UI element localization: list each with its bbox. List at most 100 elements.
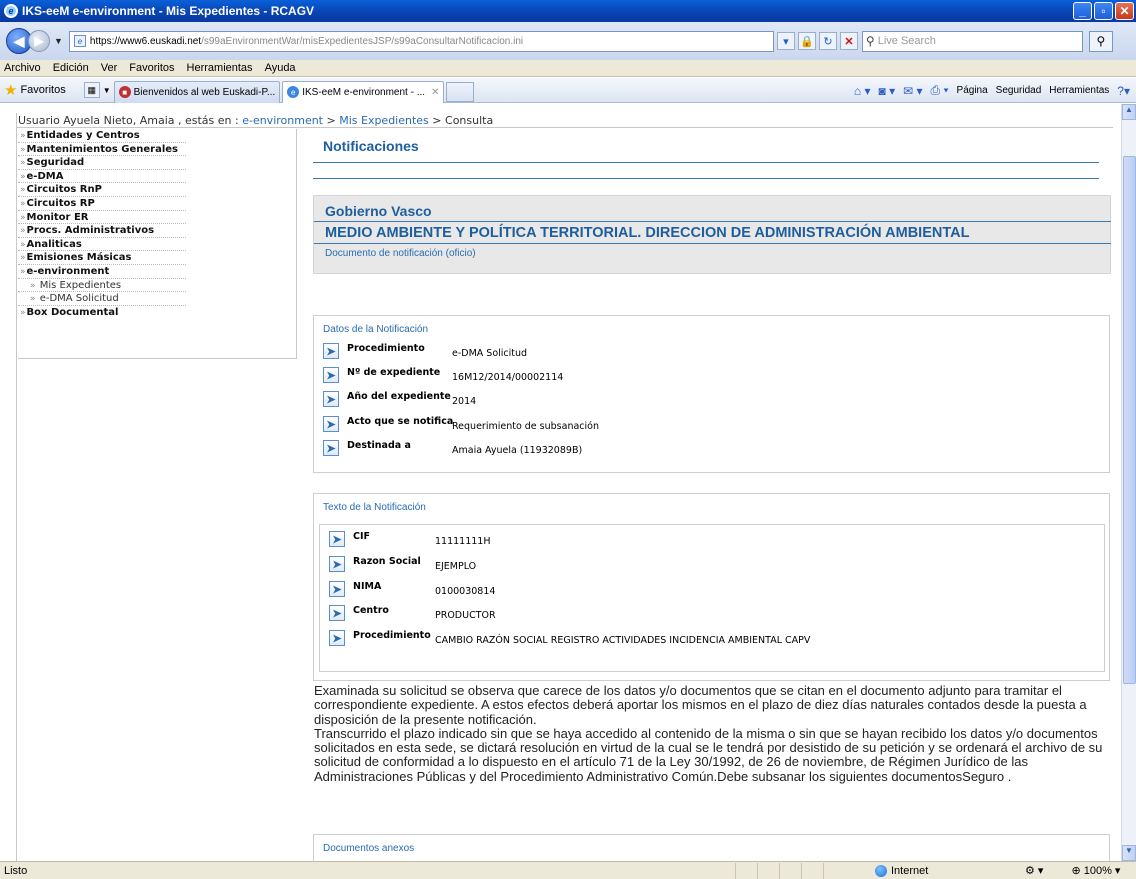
nav-procs-administrativos[interactable]: »Procs. Administrativos: [18, 224, 186, 238]
refresh-icon[interactable]: ↻: [818, 32, 837, 50]
feeds-icon[interactable]: ◙ ▾: [879, 84, 896, 98]
stop-icon[interactable]: ✕: [839, 32, 858, 50]
nav-monitor-er[interactable]: »Monitor ER: [18, 211, 186, 225]
main-content: Notificaciones Gobierno Vasco MEDIO AMBI…: [313, 129, 1111, 681]
close-tab-icon[interactable]: ✕: [431, 87, 439, 98]
arrow-icon: ➤: [329, 556, 345, 572]
mail-icon[interactable]: ✉ ▾: [903, 84, 922, 98]
nav-emisiones-masicas[interactable]: »Emisiones Másicas: [18, 251, 186, 265]
security-zone[interactable]: Internet: [875, 864, 995, 877]
scroll-down-button[interactable]: ▼: [1122, 845, 1136, 861]
status-bar: Listo Internet ⚙ ▾ ⊕ 100% ▾: [0, 861, 1136, 879]
menu-bar: Archivo Edición Ver Favoritos Herramient…: [0, 60, 1136, 77]
search-icon: ⚲: [865, 34, 875, 48]
tab-list-dropdown[interactable]: ▼: [103, 86, 111, 95]
page-title: Notificaciones: [313, 129, 1099, 163]
minimize-button[interactable]: _: [1073, 2, 1092, 20]
field-row: ➤ CIF 11111111H: [329, 531, 491, 549]
section-title: Datos de la Notificación: [323, 324, 429, 335]
scroll-thumb[interactable]: [1123, 156, 1136, 684]
forward-button[interactable]: ▶: [28, 30, 50, 52]
menu-herramientas[interactable]: Herramientas: [187, 62, 253, 74]
breadcrumb-link-mis-expedientes[interactable]: Mis Expedientes: [339, 114, 429, 127]
lock-icon[interactable]: 🔒: [797, 32, 816, 50]
arrow-icon: ➤: [323, 440, 339, 456]
new-tab-button[interactable]: [446, 81, 475, 102]
favorites-star-icon[interactable]: ★: [4, 81, 17, 99]
nav-circuitos-rnp[interactable]: »Circuitos RnP: [18, 183, 186, 197]
section-title: Texto de la Notificación: [323, 502, 426, 513]
nav-mantenimientos-generales[interactable]: »Mantenimientos Generales: [18, 143, 186, 157]
recent-pages-dropdown[interactable]: ▼: [54, 36, 63, 46]
nav-analiticas[interactable]: »Analiticas: [18, 238, 186, 252]
print-icon[interactable]: ⎙ ▾: [931, 83, 949, 98]
menu-ver[interactable]: Ver: [101, 62, 118, 74]
quick-tabs-icon[interactable]: ▦: [83, 82, 100, 98]
scroll-up-button[interactable]: ▲: [1122, 104, 1136, 120]
arrow-icon: ➤: [323, 416, 339, 432]
tools-menu[interactable]: Herramientas: [1049, 85, 1109, 96]
nav-e-dma-solicitud[interactable]: » e-DMA Solicitud: [18, 292, 186, 306]
arrow-icon: ➤: [323, 343, 339, 359]
menu-favoritos[interactable]: Favoritos: [129, 62, 174, 74]
window-title-bar: e IKS-eeM e-environment - Mis Expediente…: [0, 0, 1136, 22]
field-row: ➤ NIMA 0100030814: [329, 581, 495, 599]
search-input[interactable]: ⚲ Live Search: [861, 30, 1083, 52]
notification-body-text: Examinada su solicitud se observa que ca…: [314, 683, 1110, 784]
document-type: Documento de notificación (oficio): [325, 248, 476, 259]
tab-iks-eem[interactable]: e IKS-eeM e-environment - ... ✕: [282, 80, 445, 103]
arrow-icon: ➤: [323, 367, 339, 383]
home-icon[interactable]: ⌂ ▾: [854, 84, 871, 98]
nav-seguridad[interactable]: »Seguridad: [18, 156, 186, 170]
euskadi-favicon-icon: ■: [118, 86, 131, 98]
nav-mis-expedientes[interactable]: » Mis Expedientes: [18, 279, 186, 293]
arrow-icon: ➤: [329, 531, 345, 547]
close-window-button[interactable]: ✕: [1115, 2, 1134, 20]
zoom-level[interactable]: ⊕ 100% ▾: [1071, 864, 1120, 877]
arrow-icon: ➤: [329, 581, 345, 597]
protected-mode-icon[interactable]: ⚙ ▾: [1025, 864, 1043, 877]
field-row: ➤ Nº de expediente 16M12/2014/00002114: [323, 367, 563, 385]
arrow-icon: ➤: [329, 605, 345, 621]
org-name: Gobierno Vasco: [325, 203, 432, 219]
section-title: Documentos anexos: [323, 843, 415, 854]
maximize-button[interactable]: ▫: [1094, 2, 1113, 20]
ie-logo-icon: e: [4, 4, 18, 18]
window-title: IKS-eeM e-environment - Mis Expedientes …: [22, 4, 315, 18]
page-menu[interactable]: Página: [957, 85, 988, 96]
field-row: ➤ Razon Social EJEMPLO: [329, 556, 476, 574]
nav-e-dma[interactable]: »e-DMA: [18, 170, 186, 184]
department-name: MEDIO AMBIENTE Y POLÍTICA TERRITORIAL. D…: [325, 225, 970, 241]
breadcrumb-link-e-environment[interactable]: e-environment: [242, 114, 323, 127]
ie-favicon-icon: e: [287, 86, 300, 98]
menu-archivo[interactable]: Archivo: [4, 62, 41, 74]
favorites-button[interactable]: Favoritos: [20, 84, 65, 96]
nav-box-documental[interactable]: »Box Documental: [18, 306, 186, 320]
search-button[interactable]: ⚲: [1088, 30, 1113, 52]
address-field[interactable]: e https://www6.euskadi.net/s99aEnvironme…: [68, 30, 774, 52]
favorites-bar: ★ Favoritos ▦ ▼ ■ Bienvenidos al web Eus…: [0, 78, 1136, 103]
page-icon: e: [73, 35, 86, 47]
body-paragraph-1: Examinada su solicitud se observa que ca…: [314, 683, 1087, 727]
vertical-scrollbar[interactable]: ▲ ▼: [1121, 104, 1136, 861]
nav-e-environment[interactable]: »e-environment: [18, 265, 186, 279]
tab-euskadi[interactable]: ■ Bienvenidos al web Euskadi-P...: [113, 80, 281, 103]
address-dropdown-icon[interactable]: ▾: [776, 32, 795, 50]
annexed-documents-section: Documentos anexos: [313, 834, 1110, 861]
field-row: ➤ Año del expediente 2014: [323, 391, 476, 409]
menu-edicion[interactable]: Edición: [53, 62, 89, 74]
field-row: ➤ Centro PRODUCTOR: [329, 605, 496, 623]
header-box: Gobierno Vasco MEDIO AMBIENTE Y POLÍTICA…: [313, 195, 1111, 274]
status-text: Listo: [4, 864, 28, 877]
field-row: ➤ Procedimiento CAMBIO RAZÓN SOCIAL REGI…: [329, 630, 810, 648]
menu-ayuda[interactable]: Ayuda: [265, 62, 296, 74]
nav-entidades-centros[interactable]: »Entidades y Centros: [18, 129, 186, 143]
page-viewport: Usuario Ayuela Nieto, Amaia , estás en :…: [0, 104, 1121, 861]
field-row: ➤ Acto que se notifica Requerimiento de …: [323, 416, 599, 434]
nav-circuitos-rp[interactable]: »Circuitos RP: [18, 197, 186, 211]
breadcrumb: Usuario Ayuela Nieto, Amaia , estás en :…: [18, 114, 494, 127]
help-icon[interactable]: ?▾: [1117, 84, 1130, 98]
notification-text-section: Texto de la Notificación ➤ CIF 11111111H…: [313, 493, 1110, 681]
security-menu[interactable]: Seguridad: [996, 85, 1042, 96]
field-row: ➤ Destinada a Amaia Ayuela (11932089B): [323, 440, 582, 458]
